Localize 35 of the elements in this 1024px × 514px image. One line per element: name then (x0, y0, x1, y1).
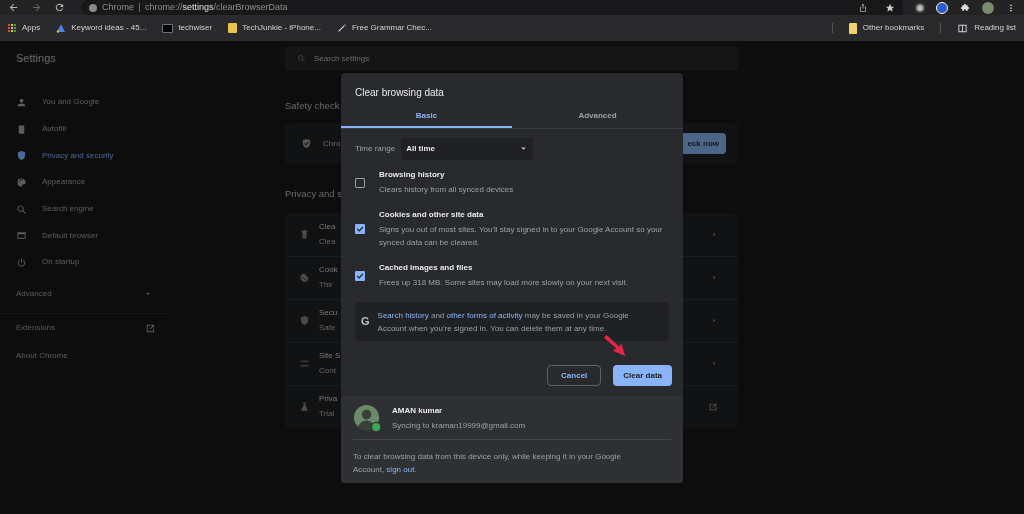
row-title: Secu (319, 307, 338, 319)
bookmark-label: Free Grammar Chec... (351, 22, 432, 34)
bookmark-label: techwiser (178, 22, 213, 34)
section-heading: Safety check (285, 99, 340, 113)
row-subtitle: Clea (319, 235, 336, 248)
url-text: chrome://settings/clearBrowserData (145, 0, 288, 14)
bookmark-label: Keyword ideas - 45... (71, 22, 147, 34)
page-title: Settings (16, 52, 56, 65)
row-title: Cook (319, 264, 338, 276)
row-subtitle: Safe (319, 322, 337, 334)
row-subtitle: Trial (319, 408, 336, 420)
site-label: Chrome (102, 0, 134, 14)
account-name: AMAN kumar (392, 405, 444, 417)
option-title: Cached images and files (379, 262, 474, 273)
option-description: Clears history from all synced devices (379, 184, 514, 196)
dialog-title: Clear browsing data (354, 86, 445, 100)
info-text: Search history and other forms of activity may be saved in your Google Account when you're signed in. You can delete them at any time. (377, 309, 630, 335)
option-title: Browsing history (379, 169, 446, 180)
row-title: Chro (323, 137, 341, 150)
bookmark-label: Other bookmarks (862, 22, 925, 34)
option-description: Frees up 318 MB. Some sites may load more slowly on your next visit. (379, 277, 628, 289)
row-subtitle: Cont (319, 365, 337, 377)
bookmark-label: Apps (22, 22, 41, 34)
row-title: Priva (319, 393, 338, 405)
footer-text: To clear browsing data from this device only, while keeping it in your Google Account, sign out. (353, 451, 622, 476)
sync-status: Syncing to kraman19999@gmail.com (392, 420, 526, 432)
field-label: Time range (355, 142, 396, 155)
option-description: Signs you out of most sites. You'll stay signed in to your Google Account so your synced data can be cleared. (379, 224, 664, 249)
row-title: Site S (319, 350, 341, 362)
google-g-icon: G (361, 315, 370, 328)
bookmark-label: TechJunkie - iPhone... (242, 22, 321, 34)
bookmark-label: Reading list (974, 22, 1016, 34)
row-title: Clea (319, 220, 336, 233)
row-subtitle: Thir (319, 279, 334, 291)
option-title: Cookies and other site data (379, 209, 485, 220)
